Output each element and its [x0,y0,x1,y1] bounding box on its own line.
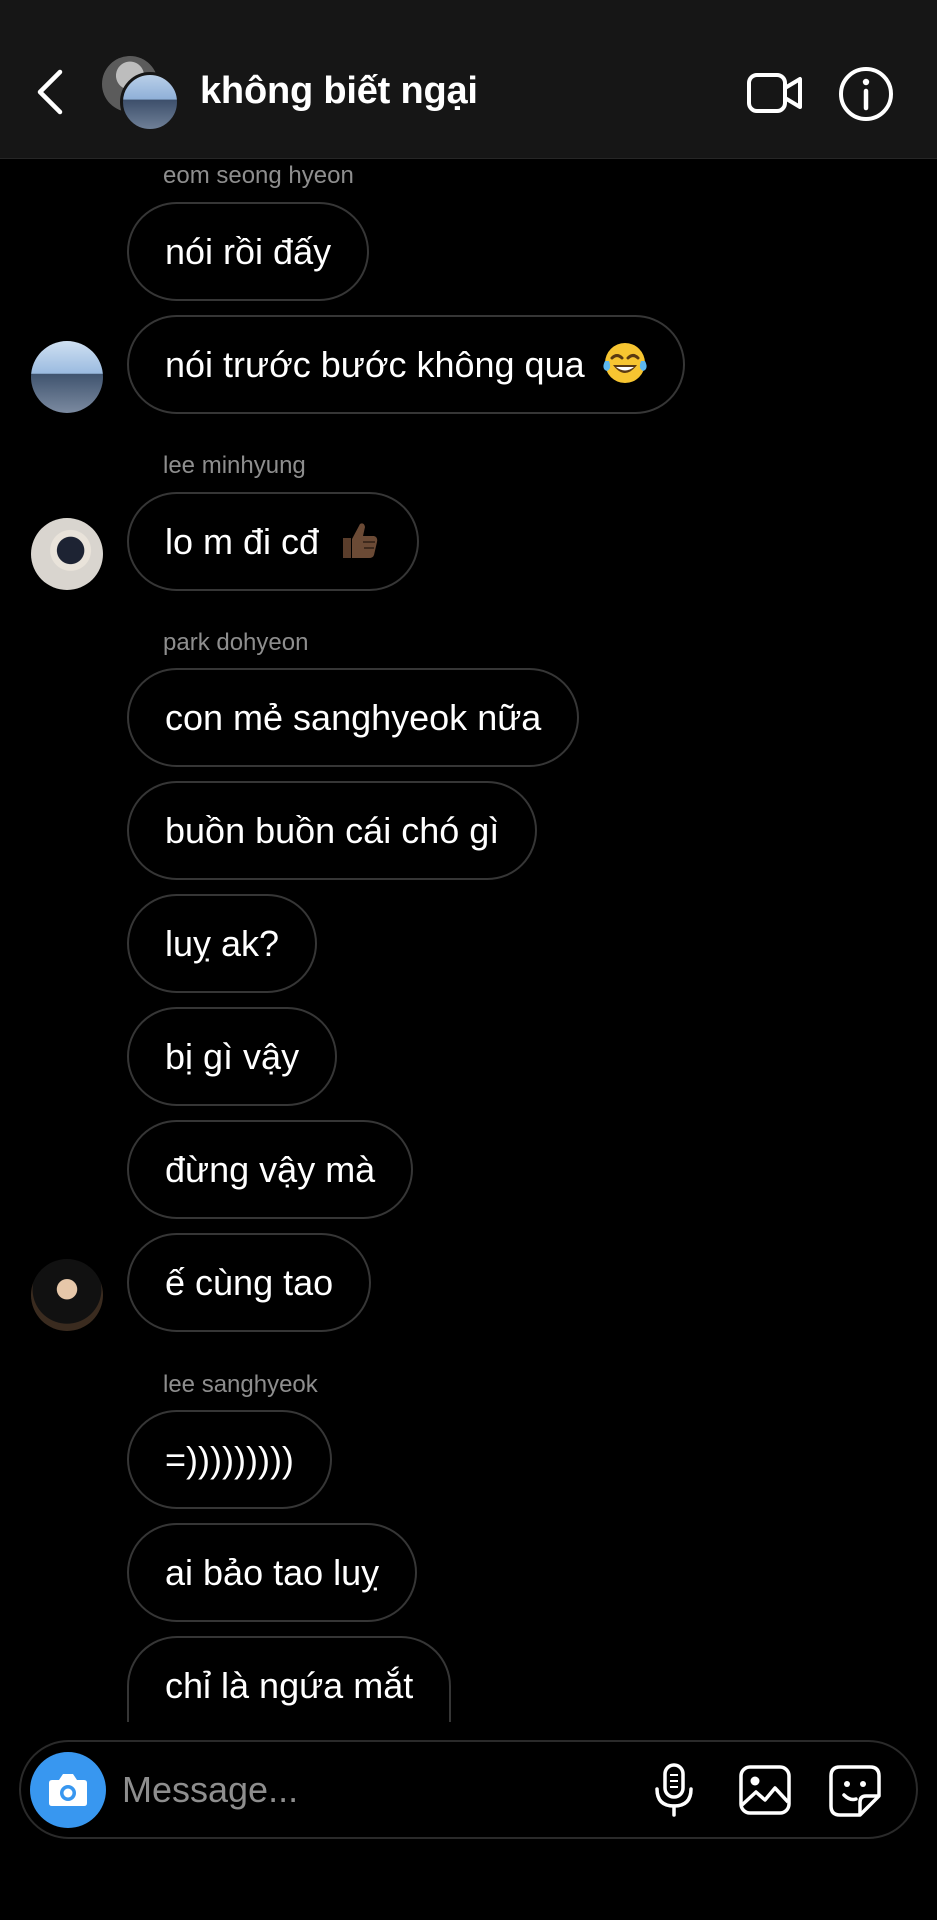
group-avatar-front [120,72,180,132]
avatar[interactable] [31,1259,103,1331]
message-bubble[interactable]: chỉ là ngứa mắt [127,1636,452,1722]
camera-icon [49,1774,87,1806]
message-text: ai bảo tao luỵ [165,1552,380,1593]
avatar[interactable] [31,341,103,413]
video-camera-icon[interactable] [746,70,804,116]
group-avatar[interactable] [102,56,180,132]
message-bubble[interactable]: luỵ ak? [127,894,318,993]
message-bubble[interactable]: bị gì vậy [127,1007,338,1106]
info-icon[interactable] [838,66,894,122]
message-bubble[interactable]: =))))))))) [127,1410,332,1509]
sender-name: eom seong hyeon [163,162,354,189]
image-icon[interactable] [738,1764,792,1816]
message-bubble[interactable]: nói trước bước không qua [127,315,685,414]
thumbs-up-emoji [343,523,378,558]
sticker-icon[interactable] [828,1764,882,1818]
chat-header: không biết ngại [0,0,937,159]
chat-title[interactable]: không biết ngại [200,70,478,113]
message-input[interactable] [122,1758,622,1822]
camera-button[interactable] [30,1752,106,1828]
message-bubble[interactable]: ế cùng tao [127,1233,372,1332]
chevron-left-icon[interactable] [30,66,74,118]
message-bubble[interactable]: con mẻ sanghyeok nữa [127,668,580,767]
sender-name: lee minhyung [163,452,306,479]
message-text: buồn buồn cái chó gì [165,810,500,851]
message-text: luỵ ak? [165,923,280,964]
sender-name: park dohyeon [163,629,309,656]
message-text: con mẻ sanghyeok nữa [165,697,542,738]
message-text: nói rồi đấy [165,231,332,272]
message-bubble[interactable]: đừng vậy mà [127,1120,414,1219]
message-text: nói trước bước không qua [165,344,585,385]
message-bubble[interactable]: ai bảo tao luỵ [127,1523,418,1622]
message-bubble[interactable]: nói rồi đấy [127,202,370,301]
microphone-icon[interactable] [652,1762,696,1818]
message-text: =))))))))) [165,1439,294,1480]
avatar[interactable] [31,518,103,590]
message-text: đừng vậy mà [165,1149,376,1190]
message-bubble[interactable]: lo m đi cđ [127,492,420,591]
tears-of-joy-emoji [603,343,647,383]
message-bubble[interactable]: buồn buồn cái chó gì [127,781,538,880]
sender-name: lee sanghyeok [163,1371,318,1398]
message-text: lo m đi cđ [165,521,320,562]
message-text: ế cùng tao [165,1262,334,1303]
message-text: chỉ là ngứa mắt [165,1665,414,1706]
message-text: bị gì vậy [165,1036,300,1077]
